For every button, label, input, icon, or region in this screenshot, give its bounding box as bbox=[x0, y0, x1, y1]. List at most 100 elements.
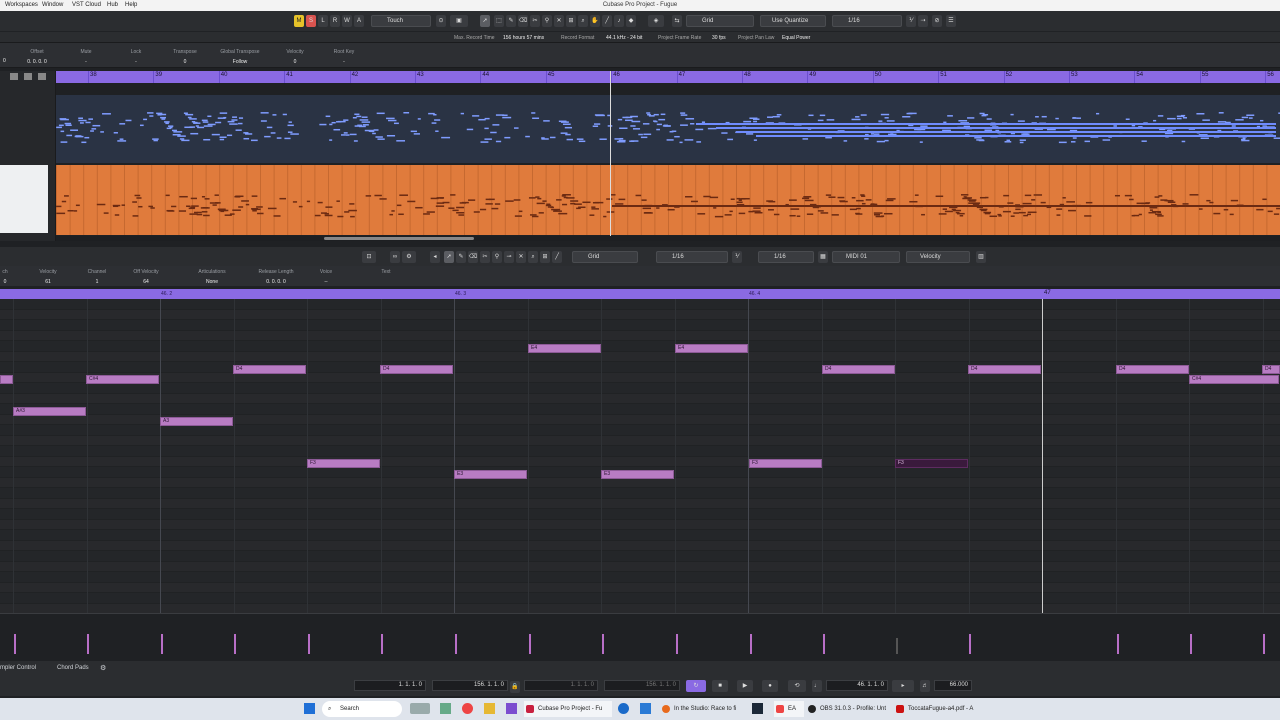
object-select-tool-icon[interactable]: ➚ bbox=[480, 15, 490, 27]
record-button[interactable]: ● bbox=[762, 680, 778, 692]
midi-note[interactable]: D4 bbox=[1116, 365, 1189, 374]
velocity-bar[interactable] bbox=[823, 634, 825, 654]
editor-grid-select[interactable]: Grid bbox=[572, 251, 638, 263]
time-warp-icon[interactable]: ╱ bbox=[552, 251, 562, 263]
midi-note[interactable]: A3 bbox=[160, 417, 233, 426]
key-editor-note-display[interactable]: C#4 A#3 A3 D4 F3 D4 E3 E4 E3 E4 F3 D4 F3 D4 D4 C#4 D4 bbox=[0, 299, 1280, 614]
windows-start-icon[interactable] bbox=[304, 703, 315, 714]
automation-mode-select[interactable]: Touch bbox=[371, 15, 431, 27]
velocity-bar[interactable] bbox=[14, 634, 16, 654]
marker-icon[interactable]: ▸ bbox=[892, 680, 914, 692]
info-global-transpose[interactable]: Global Transpose Follow bbox=[216, 49, 264, 65]
cycle-button[interactable]: ↻ bbox=[686, 680, 706, 692]
erase-tool-icon[interactable]: ⌫ bbox=[468, 251, 478, 263]
midi-note[interactable]: D4 bbox=[822, 365, 895, 374]
note-release-length-info[interactable]: Release Length 0. 0. 0. 0 bbox=[254, 269, 298, 285]
position-display[interactable]: 46. 1. 1. 0 bbox=[826, 680, 888, 691]
camera-icon[interactable]: ⊡ bbox=[362, 251, 376, 263]
info-offset[interactable]: Offset 0. 0. 0. 0 bbox=[24, 49, 50, 65]
lock-value[interactable]: - bbox=[124, 59, 148, 65]
note-velocity-info[interactable]: Velocity 61 bbox=[34, 269, 62, 285]
velocity-bar[interactable] bbox=[602, 634, 604, 654]
edge-icon[interactable] bbox=[618, 703, 629, 714]
note-channel-info[interactable]: Channel 1 bbox=[84, 269, 110, 285]
project-ruler[interactable]: 38 39 40 41 42 43 44 45 46 47 48 49 50 51 52 53 54 55 56 bbox=[56, 71, 1280, 83]
snap-mode-icon[interactable]: ▣ bbox=[450, 15, 468, 27]
quantize-apply-icon[interactable]: ⅟ bbox=[906, 15, 916, 27]
zoom-tool-icon[interactable]: ⌕ bbox=[528, 251, 538, 263]
note-off-velocity-info[interactable]: Off Velocity 64 bbox=[128, 269, 164, 285]
midi-note[interactable]: C#4 bbox=[1189, 375, 1279, 384]
draw-tool-icon[interactable]: ✎ bbox=[506, 15, 516, 27]
quantize-settings-icon[interactable]: ⇢ bbox=[918, 15, 928, 27]
iterative-quantize-icon[interactable]: ⅟ bbox=[732, 251, 742, 263]
velocity-bar[interactable] bbox=[896, 638, 898, 654]
velocity-bar[interactable] bbox=[234, 634, 236, 654]
color-tool-icon[interactable]: ◆ bbox=[626, 15, 636, 27]
editor-ruler[interactable]: 46. 2 46. 3 46. 4 47 bbox=[0, 289, 1280, 299]
midi-note[interactable]: E4 bbox=[675, 344, 748, 353]
midi-note[interactable]: A#3 bbox=[13, 407, 86, 416]
chrome-icon[interactable] bbox=[462, 703, 473, 714]
global-transpose-value[interactable]: Follow bbox=[216, 59, 264, 65]
midi-part-selected[interactable] bbox=[56, 165, 1280, 235]
read-mode-button[interactable]: R bbox=[330, 15, 340, 27]
select-tool-icon[interactable]: ➚ bbox=[444, 251, 454, 263]
stop-button[interactable]: ■ bbox=[712, 680, 728, 692]
menu-help[interactable]: Help bbox=[125, 2, 137, 8]
info-velocity[interactable]: Velocity 0 bbox=[282, 49, 308, 65]
line-tool-icon[interactable]: ╱ bbox=[602, 15, 612, 27]
loop-record-icon[interactable]: ⟲ bbox=[788, 680, 806, 692]
taskbar-firefox[interactable]: In the Studio: Race to fi bbox=[660, 701, 754, 717]
mute-value[interactable]: - bbox=[74, 59, 98, 65]
task-view-icon[interactable] bbox=[410, 703, 430, 714]
range-tool-icon[interactable]: ⬚ bbox=[494, 15, 504, 27]
tab-sampler-control[interactable]: mpler Control bbox=[0, 665, 36, 671]
zoom-tool-icon[interactable]: ⌕ bbox=[578, 15, 588, 27]
velocity-bar[interactable] bbox=[1117, 634, 1119, 654]
line-tool-icon[interactable]: ⊞ bbox=[540, 251, 550, 263]
constrain-icon[interactable]: ⊙ bbox=[436, 15, 446, 27]
velocity-bar[interactable] bbox=[676, 634, 678, 654]
file-explorer-icon[interactable] bbox=[484, 703, 495, 714]
velocity-bar[interactable] bbox=[308, 634, 310, 654]
midi-note[interactable]: D4 bbox=[1262, 365, 1280, 374]
menu-window[interactable]: Window bbox=[42, 2, 63, 8]
quantize-value-select[interactable]: 1/16 bbox=[832, 15, 902, 27]
midi-note[interactable]: C#4 bbox=[86, 375, 159, 384]
velocity-bar[interactable] bbox=[1190, 634, 1192, 654]
solo-mode-button[interactable]: S bbox=[306, 15, 316, 27]
velocity-bar[interactable] bbox=[529, 634, 531, 654]
solo-editor-icon[interactable]: ◂ bbox=[430, 251, 440, 263]
grid-type-select[interactable]: Grid bbox=[686, 15, 754, 27]
snap-icon[interactable]: ⚙ bbox=[402, 251, 416, 263]
erase-tool-icon[interactable]: ⌫ bbox=[518, 15, 528, 27]
midi-note[interactable]: F3 bbox=[307, 459, 380, 468]
play-tool-icon[interactable]: ♪ bbox=[614, 15, 624, 27]
gear-icon[interactable]: ⚙ bbox=[100, 664, 106, 672]
piano-keyboard-icon[interactable]: ▥ bbox=[976, 251, 986, 263]
punch-out-field[interactable]: 156. 1. 1. 0 bbox=[604, 680, 680, 691]
draw-tool-icon[interactable]: ✎ bbox=[456, 251, 466, 263]
split-tool-icon[interactable]: ⚲ bbox=[492, 251, 502, 263]
toolbar-settings-icon[interactable]: ☰ bbox=[946, 15, 956, 27]
velocity-controller-lane[interactable] bbox=[0, 613, 1280, 659]
info-transpose[interactable]: Transpose 0 bbox=[170, 49, 200, 65]
link-icon[interactable]: ∞ bbox=[390, 251, 400, 263]
tempo-field[interactable]: 66.000 bbox=[934, 680, 972, 691]
taskbar-cubase[interactable]: Cubase Pro Project - Fu bbox=[524, 701, 612, 717]
midi-channel-select[interactable]: MIDI 01 bbox=[832, 251, 900, 263]
mute-mode-button[interactable]: M bbox=[294, 15, 304, 27]
midi-note[interactable]: D4 bbox=[968, 365, 1041, 374]
list-icon[interactable] bbox=[24, 73, 32, 80]
note-articulations-info[interactable]: Articulations None bbox=[190, 269, 234, 285]
search-icon[interactable] bbox=[38, 73, 46, 80]
taskbar-obs[interactable]: OBS 31.0.3 - Profile: Unt bbox=[806, 701, 892, 717]
comp-tool-icon[interactable]: ⊞ bbox=[566, 15, 576, 27]
info-root-key[interactable]: Root Key - bbox=[330, 49, 358, 65]
glue-tool-icon[interactable]: ⚲ bbox=[542, 15, 552, 27]
velocity-bar[interactable] bbox=[969, 634, 971, 654]
velocity-bar[interactable] bbox=[455, 634, 457, 654]
midi-note[interactable]: E4 bbox=[528, 344, 601, 353]
search-input[interactable]: ⌕ Search bbox=[322, 701, 402, 717]
